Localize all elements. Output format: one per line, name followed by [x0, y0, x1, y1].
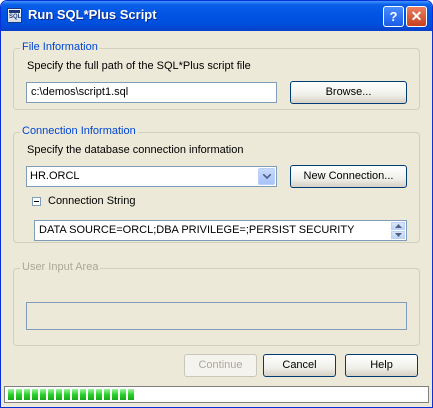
progress-segment: [120, 389, 126, 400]
progress-segment: [16, 389, 22, 400]
app-icon-text: SQL: [9, 14, 22, 20]
progress-segment: [96, 389, 102, 400]
user-input-legend: User Input Area: [20, 261, 101, 273]
connection-select[interactable]: HR.ORCL: [26, 166, 277, 187]
new-connection-button[interactable]: New Connection...: [290, 165, 407, 188]
sqlplus-app-icon: SQL: [7, 8, 22, 23]
collapse-minus-icon[interactable]: [32, 197, 41, 206]
scroll-down-arrow-icon[interactable]: [391, 231, 405, 239]
connection-select-value: HR.ORCL: [30, 170, 80, 182]
file-path-prompt: Specify the full path of the SQL*Plus sc…: [27, 60, 251, 72]
progress-segment: [72, 389, 78, 400]
connection-string-scroller[interactable]: [391, 222, 405, 239]
scroll-up-arrow-icon[interactable]: [391, 222, 405, 230]
chevron-down-icon[interactable]: [258, 168, 275, 185]
progress-segment: [24, 389, 30, 400]
title-close-button[interactable]: ✕: [406, 6, 427, 27]
progress-segment: [40, 389, 46, 400]
progress-segment: [48, 389, 54, 400]
progress-segment: [128, 389, 134, 400]
connection-prompt: Specify the database connection informat…: [27, 144, 244, 156]
progress-segment: [64, 389, 70, 400]
status-bar: [4, 386, 429, 403]
user-input-field: [26, 302, 407, 330]
dialog-body: File Information Specify the full path o…: [4, 31, 429, 405]
progress-segment: [32, 389, 38, 400]
connection-string-label: Connection String: [48, 195, 136, 207]
connection-string-field[interactable]: DATA SOURCE=ORCL;DBA PRIVILEGE=;PERSIST …: [34, 220, 407, 241]
file-information-legend: File Information: [20, 41, 100, 53]
script-path-input[interactable]: c:\demos\script1.sql: [26, 82, 277, 103]
cancel-button[interactable]: Cancel: [263, 354, 336, 377]
progress-segment: [8, 389, 14, 400]
browse-button[interactable]: Browse...: [290, 81, 407, 104]
progress-segment: [56, 389, 62, 400]
window-title: Run SQL*Plus Script: [28, 7, 157, 22]
title-help-button[interactable]: ?: [383, 6, 404, 27]
title-bar[interactable]: SQL Run SQL*Plus Script ? ✕: [1, 1, 432, 31]
run-sqlplus-dialog: SQL Run SQL*Plus Script ? ✕ File Informa…: [0, 0, 433, 408]
progress-segment: [88, 389, 94, 400]
progress-bar: [6, 388, 427, 401]
help-button[interactable]: Help: [345, 354, 418, 377]
progress-segment: [112, 389, 118, 400]
continue-button: Continue: [184, 354, 257, 377]
progress-segment: [80, 389, 86, 400]
connection-information-legend: Connection Information: [20, 125, 138, 137]
connection-string-value: DATA SOURCE=ORCL;DBA PRIVILEGE=;PERSIST …: [39, 224, 355, 236]
progress-segment: [104, 389, 110, 400]
